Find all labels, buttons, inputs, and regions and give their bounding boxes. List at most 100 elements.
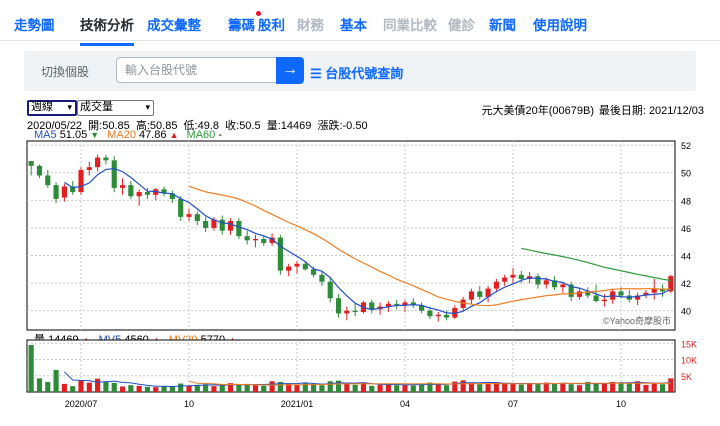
volume-bar (28, 344, 34, 392)
candle-body (518, 274, 524, 279)
volume-bar (377, 384, 383, 392)
candle-body (593, 295, 599, 302)
candle-body (510, 274, 516, 278)
time-tick-label: 2021/01 (281, 399, 314, 409)
volume-bar (369, 385, 375, 392)
volume-bar (269, 381, 275, 392)
volume-bar (576, 385, 583, 392)
volume-bar (568, 384, 574, 392)
volume-bar (419, 384, 425, 392)
volume-bar (410, 385, 416, 392)
volume-bar (352, 384, 358, 392)
price-tick-label: 46 (681, 224, 691, 234)
price-tick-label: 50 (681, 169, 691, 179)
candle-body (227, 221, 234, 231)
volume-bar (385, 383, 391, 392)
volume-bar (659, 384, 666, 392)
volume-bar (460, 380, 466, 392)
volume-bar (211, 386, 217, 392)
candle-body (45, 175, 51, 186)
volume-bar (344, 383, 350, 392)
candle-body (186, 214, 192, 217)
volume-bar (560, 382, 566, 392)
volume-bar (178, 383, 184, 392)
price-tick-label: 48 (681, 196, 691, 206)
volume-bar (518, 384, 524, 392)
volume-bar (626, 382, 632, 392)
volume-bar (86, 382, 92, 392)
candle-body (144, 192, 151, 195)
candle-body (78, 169, 84, 193)
candle-body (61, 186, 67, 198)
candle-body (261, 238, 267, 244)
volume-tick-label: 15K (681, 339, 697, 349)
candle-body (194, 214, 200, 222)
candle-body (493, 281, 499, 289)
volume-bar (261, 385, 267, 392)
candlestick-chart: 40 42 44 46 48 50 52 5K 10K 15K 2020/07 10 2021/01 04… (26, 140, 697, 409)
candle-body (443, 314, 450, 318)
volume-tick-label: 10K (681, 356, 697, 366)
volume-bar (136, 385, 142, 392)
volume-bar (319, 385, 325, 392)
candle-body (327, 281, 333, 299)
volume-bar (502, 383, 508, 392)
volume-bar (311, 384, 317, 392)
candle-body (427, 310, 433, 317)
time-tick-label: 2020/07 (65, 399, 98, 409)
volume-bar (477, 384, 483, 392)
candle-body (277, 237, 283, 271)
candle-body (119, 185, 126, 188)
volume-bar (95, 378, 101, 392)
volume-bar (53, 369, 59, 392)
candle-body (286, 266, 292, 271)
volume-bar (485, 383, 491, 392)
time-tick-label: 10 (616, 399, 626, 409)
candle-body (477, 291, 483, 297)
candle-body (95, 157, 101, 168)
candle-body (36, 165, 43, 176)
volume-bar (643, 384, 649, 392)
candle-body (294, 263, 300, 267)
candle-body (219, 219, 225, 231)
candle-body (136, 192, 142, 197)
time-tick-label: 04 (400, 399, 410, 409)
candle-body (468, 291, 475, 300)
candle-body (335, 298, 342, 314)
volume-bar (668, 378, 674, 392)
volume-bar (61, 383, 67, 392)
volume-bar (144, 386, 151, 392)
volume-bar (294, 384, 300, 392)
volume-bar (36, 378, 43, 392)
candle-body (128, 185, 134, 197)
candle-body (244, 236, 250, 241)
volume-bar (45, 381, 51, 392)
volume-bar (219, 385, 225, 392)
candle-body (543, 280, 549, 285)
volume-bar (651, 383, 657, 392)
volume-bar (153, 387, 159, 392)
candle-body (601, 299, 607, 302)
candle-body (352, 310, 358, 313)
candle-body (252, 238, 259, 241)
volume-bar (161, 386, 167, 392)
candle-body (435, 314, 441, 317)
candle-body (560, 284, 566, 288)
volume-bar (169, 386, 175, 392)
volume-tick-label: 5K (681, 372, 692, 382)
volume-bar (111, 382, 117, 392)
volume-bar (593, 383, 599, 392)
volume-bar (443, 385, 450, 392)
candle-body (344, 310, 350, 314)
candle-body (311, 269, 317, 275)
volume-bar (252, 385, 259, 392)
candle-body (53, 185, 59, 199)
price-tick-label: 42 (681, 279, 691, 289)
candle-body (319, 274, 325, 282)
volume-bar (119, 386, 126, 392)
candle-body (178, 198, 184, 217)
time-tick-label: 10 (184, 399, 194, 409)
volume-bar (327, 381, 333, 392)
candle-body (369, 302, 375, 310)
candle-body (618, 291, 624, 296)
